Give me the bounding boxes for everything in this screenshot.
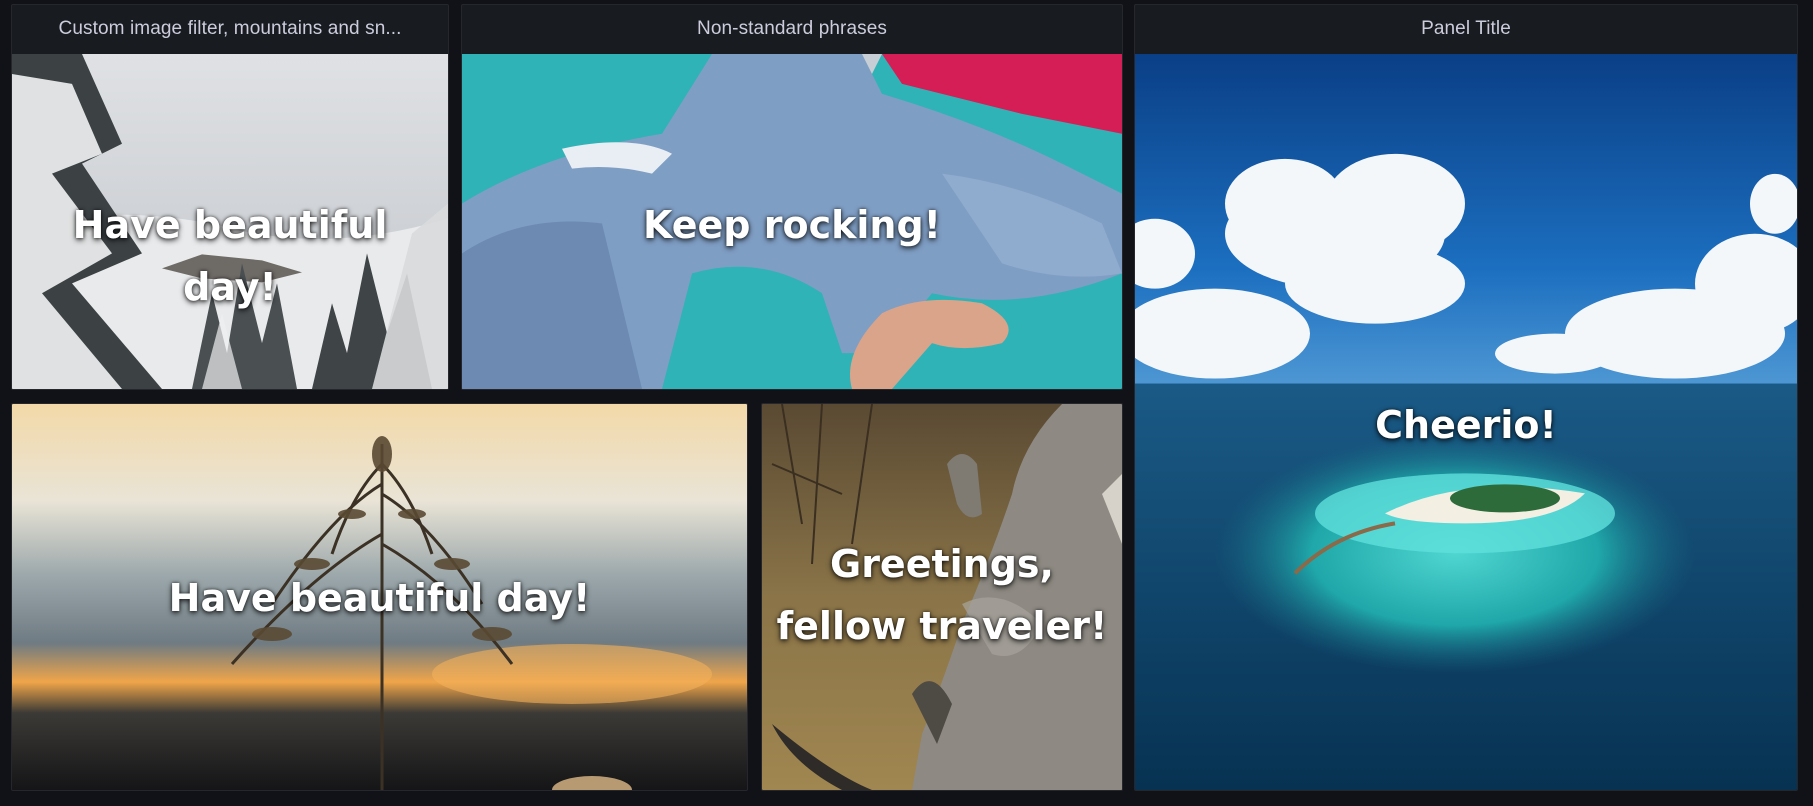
- phrase-text: Keep rocking!: [642, 203, 941, 247]
- panel-rhino: Greetings, fellow traveler!: [761, 403, 1123, 791]
- panel-image-area: Have beautiful day!: [12, 404, 747, 790]
- phrase-text: Have beautiful day!: [72, 203, 388, 309]
- phrase-text: Greetings, fellow traveler!: [776, 542, 1108, 648]
- panel-image-area: Keep rocking!: [462, 54, 1122, 389]
- panel-title[interactable]: Panel Title: [1135, 5, 1797, 53]
- panel-mountains-snow: Custom image filter, mountains and sn...…: [11, 4, 449, 390]
- panel-non-standard-phrases: Non-standard phrases Keep rocking!: [461, 4, 1123, 390]
- panel-image-area: Cheerio!: [1135, 54, 1797, 790]
- panel-image-area: Greetings, fellow traveler!: [762, 404, 1122, 790]
- panel-grass-sunset: Have beautiful day!: [11, 403, 748, 791]
- panel-title[interactable]: Non-standard phrases: [462, 5, 1122, 53]
- phrase-text: Cheerio!: [1375, 403, 1557, 447]
- panel-title[interactable]: Custom image filter, mountains and sn...: [12, 5, 448, 53]
- panel-island: Panel Title Cheerio!: [1134, 4, 1798, 791]
- panel-image-area: Have beautiful day!: [12, 54, 448, 389]
- phrase-text: Have beautiful day!: [168, 576, 591, 620]
